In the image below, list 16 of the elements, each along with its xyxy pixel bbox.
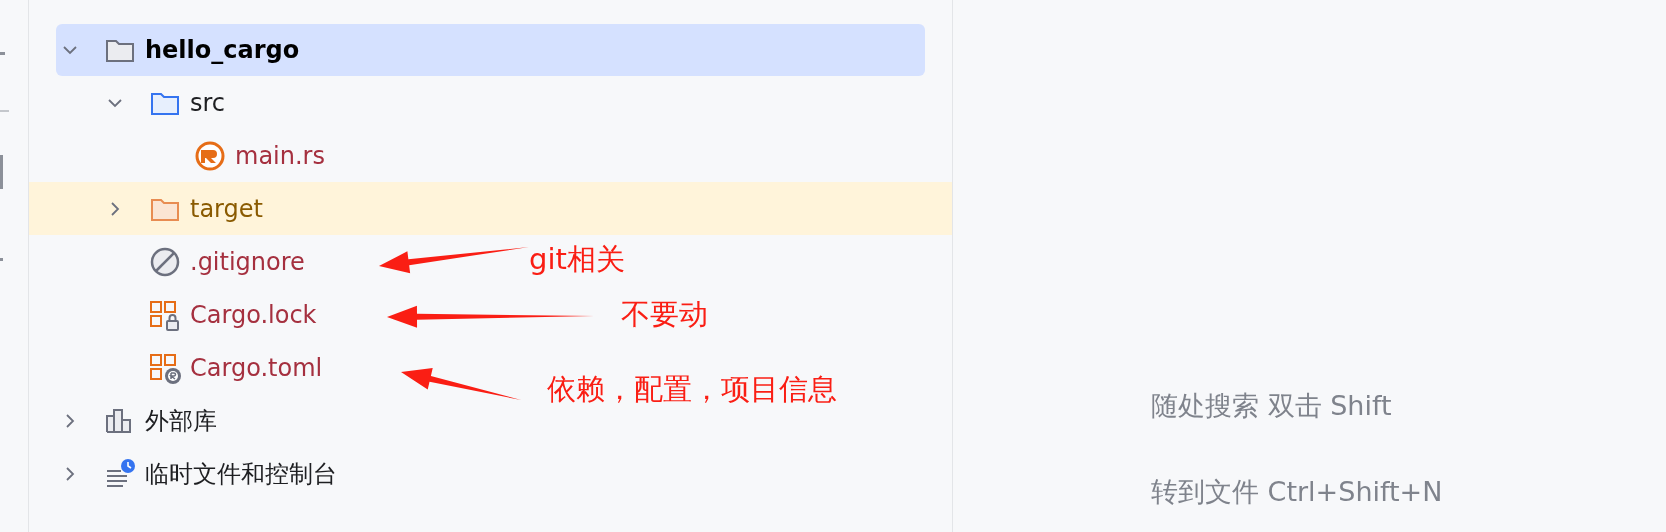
editor-hint: 转到文件 Ctrl+Shift+N — [1151, 475, 1443, 509]
editor-hint: 随处搜索 双击 Shift — [1151, 389, 1393, 423]
annotation-text: 不要动 — [621, 296, 708, 333]
selected-tree-row[interactable]: hello_cargo — [56, 24, 925, 76]
annotation-text: 依赖，配置，项目信息 — [547, 371, 837, 408]
tree-item-label[interactable]: src — [190, 88, 226, 117]
tree-item-label[interactable]: 临时文件和控制台 — [145, 457, 337, 490]
tree-item-label: hello_cargo — [145, 36, 300, 64]
tree-item-label[interactable]: Cargo.toml — [190, 353, 323, 382]
tree-item-label[interactable]: .gitignore — [190, 247, 305, 276]
tree-item-label: target — [190, 194, 263, 223]
annotation-text: git相关 — [529, 241, 625, 278]
tree-item-label[interactable]: 外部库 — [145, 404, 217, 437]
excluded-tree-row[interactable]: target — [29, 182, 952, 235]
tree-item-label[interactable]: Cargo.lock — [190, 300, 317, 329]
tree-item-label[interactable]: main.rs — [235, 141, 325, 170]
